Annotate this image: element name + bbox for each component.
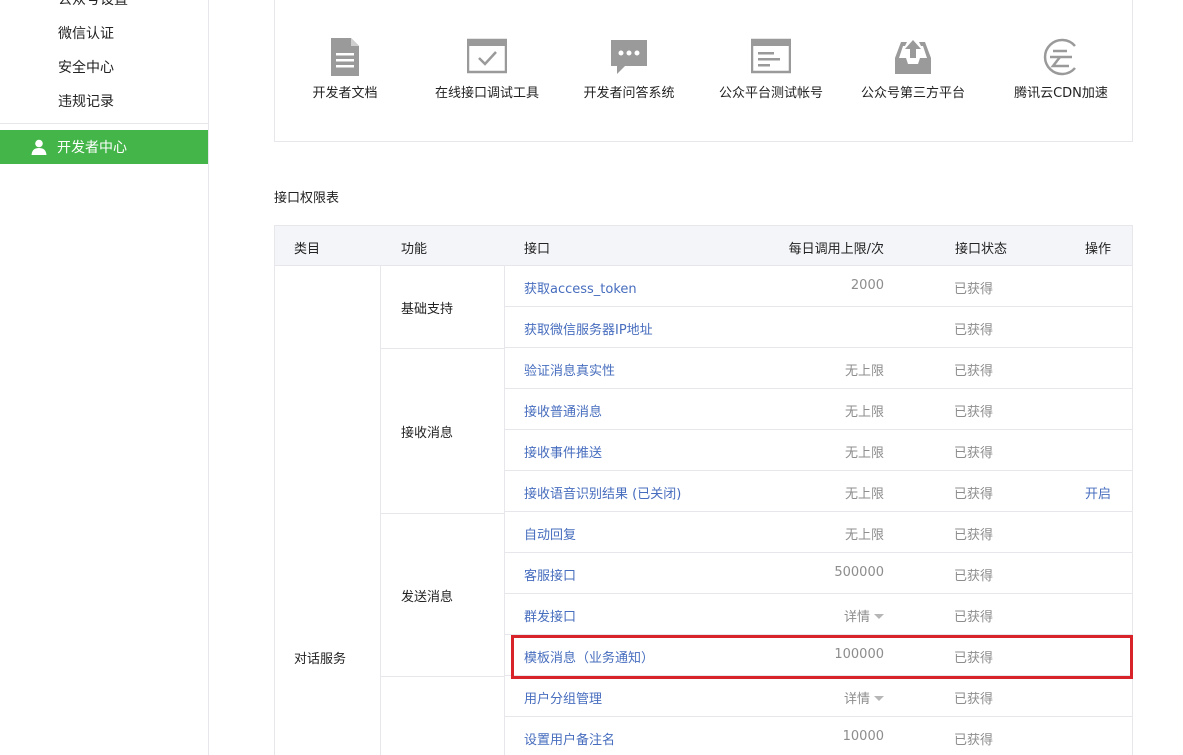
table-row: 自动回复 无上限 已获得: [505, 512, 1133, 553]
function-cell-basic: 基础支持: [381, 266, 505, 349]
function-label: 发送消息: [401, 590, 454, 605]
tool-qa-system[interactable]: 开发者问答系统: [559, 38, 699, 101]
sidebar: 公众号设置 微信认证 安全中心 违规记录 开发者中心: [0, 0, 209, 755]
api-link[interactable]: 接收普通消息: [524, 401, 602, 420]
limit-value: 无上限: [844, 528, 884, 543]
limit-value: 无上限: [844, 446, 884, 461]
api-link[interactable]: 获取微信服务器IP地址: [524, 319, 653, 338]
cdn-icon: [1043, 38, 1076, 76]
status-value: 已获得: [954, 405, 994, 420]
api-link[interactable]: 群发接口: [524, 606, 576, 625]
api-link[interactable]: 设置用户备注名: [524, 729, 615, 748]
header-function: 功能: [401, 242, 428, 257]
document-icon: [331, 38, 359, 76]
table-row: 设置用户备注名 10000 已获得: [505, 717, 1133, 755]
sidebar-item-violation-records[interactable]: 违规记录: [58, 91, 114, 111]
tool-label: 开发者问答系统: [583, 86, 675, 101]
api-link[interactable]: 客服接口: [524, 565, 576, 584]
table-row: 群发接口 详情 已获得: [505, 594, 1133, 635]
limit-value: 500000: [834, 565, 884, 580]
header-status: 接口状态: [955, 242, 1008, 257]
sidebar-item-wechat-verify[interactable]: 微信认证: [58, 23, 114, 43]
api-link[interactable]: 接收事件推送: [524, 442, 602, 461]
table-row: 用户分组管理 详情 已获得: [505, 676, 1133, 717]
tool-label: 腾讯云CDN加速: [1014, 86, 1108, 101]
status-value: 已获得: [954, 282, 994, 297]
table-row: 客服接口 500000 已获得: [505, 553, 1133, 594]
tool-label: 在线接口调试工具: [434, 86, 539, 101]
status-value: 已获得: [954, 569, 994, 584]
table-row: 验证消息真实性 无上限 已获得: [505, 348, 1133, 389]
details-dropdown[interactable]: 详情: [844, 688, 884, 707]
status-value: 已获得: [954, 528, 994, 543]
table-row: 接收普通消息 无上限 已获得: [505, 389, 1133, 430]
caret-down-icon: [874, 614, 884, 619]
caret-down-icon: [874, 696, 884, 701]
details-dropdown[interactable]: 详情: [844, 606, 884, 625]
details-label: 详情: [843, 610, 870, 625]
category-label: 对话服务: [294, 652, 347, 667]
status-value: 已获得: [954, 610, 994, 625]
category-cell: 对话服务: [274, 266, 381, 755]
tool-label: 公众号第三方平台: [860, 86, 965, 101]
table-row: 接收语音识别结果 (已关闭) 无上限 已获得 开启: [505, 471, 1133, 512]
api-link[interactable]: 用户分组管理: [524, 688, 602, 707]
sidebar-item-developer-center[interactable]: 开发者中心: [0, 130, 208, 164]
table-header: 类目 功能 接口 每日调用上限/次 接口状态 操作: [274, 225, 1133, 266]
header-api: 接口: [524, 242, 551, 257]
details-label: 详情: [843, 692, 870, 707]
status-value: 已获得: [954, 487, 994, 502]
limit-value: 无上限: [844, 405, 884, 420]
highlight-box: [511, 635, 1133, 679]
function-cell-user-management: [381, 677, 505, 755]
sidebar-item-account-settings[interactable]: 公众号设置: [58, 0, 128, 9]
tool-third-party-platform[interactable]: 公众号第三方平台: [843, 38, 983, 101]
tool-online-debug[interactable]: 在线接口调试工具: [417, 38, 557, 101]
limit-value: 10000: [842, 729, 884, 744]
tool-label: 公众平台测试帐号: [718, 86, 823, 101]
limit-value: 无上限: [844, 487, 884, 502]
function-cell-receive: 接收消息: [381, 349, 505, 514]
status-value: 已获得: [954, 733, 994, 748]
upload-tray-icon: [895, 40, 931, 74]
table-row: 接收事件推送 无上限 已获得: [505, 430, 1133, 471]
debug-window-icon: [467, 38, 507, 74]
sidebar-item-label: 开发者中心: [57, 140, 127, 156]
table-row: 获取微信服务器IP地址 已获得: [505, 307, 1133, 348]
test-account-icon: [751, 38, 791, 74]
sidebar-item-security-center[interactable]: 安全中心: [58, 57, 114, 77]
developer-tools-panel: 开发者文档 在线接口调试工具 开发者问答系统 公众平台测试帐号 公众号第三方平台…: [274, 0, 1133, 142]
api-link[interactable]: 验证消息真实性: [524, 360, 615, 379]
status-value: 已获得: [954, 323, 994, 338]
table-row: 获取access_token 2000 已获得: [505, 266, 1133, 307]
chat-bubble-icon: [611, 40, 647, 74]
tool-developer-docs[interactable]: 开发者文档: [275, 38, 415, 101]
tool-test-account[interactable]: 公众平台测试帐号: [701, 38, 841, 101]
api-link[interactable]: 自动回复: [524, 524, 576, 543]
api-link[interactable]: 接收语音识别结果 (已关闭): [524, 483, 681, 502]
status-value: 已获得: [954, 364, 994, 379]
limit-value: 无上限: [844, 364, 884, 379]
limit-value: 2000: [850, 278, 884, 293]
tool-label: 开发者文档: [312, 86, 378, 101]
header-category: 类目: [294, 242, 321, 257]
sidebar-divider: [0, 123, 208, 124]
status-value: 已获得: [954, 692, 994, 707]
function-cell-send: 发送消息: [381, 514, 505, 677]
enable-link[interactable]: 开启: [1085, 483, 1111, 502]
function-label: 基础支持: [401, 302, 454, 317]
section-title: 接口权限表: [274, 191, 340, 206]
header-action: 操作: [1084, 242, 1111, 257]
header-limit: 每日调用上限/次: [788, 242, 884, 257]
function-label: 接收消息: [401, 426, 454, 441]
api-permissions-table: 类目 功能 接口 每日调用上限/次 接口状态 操作: [274, 225, 1133, 266]
status-value: 已获得: [954, 446, 994, 461]
api-link[interactable]: 获取access_token: [524, 278, 637, 297]
tool-tencent-cdn[interactable]: 腾讯云CDN加速: [991, 38, 1131, 101]
person-icon: [31, 139, 47, 155]
